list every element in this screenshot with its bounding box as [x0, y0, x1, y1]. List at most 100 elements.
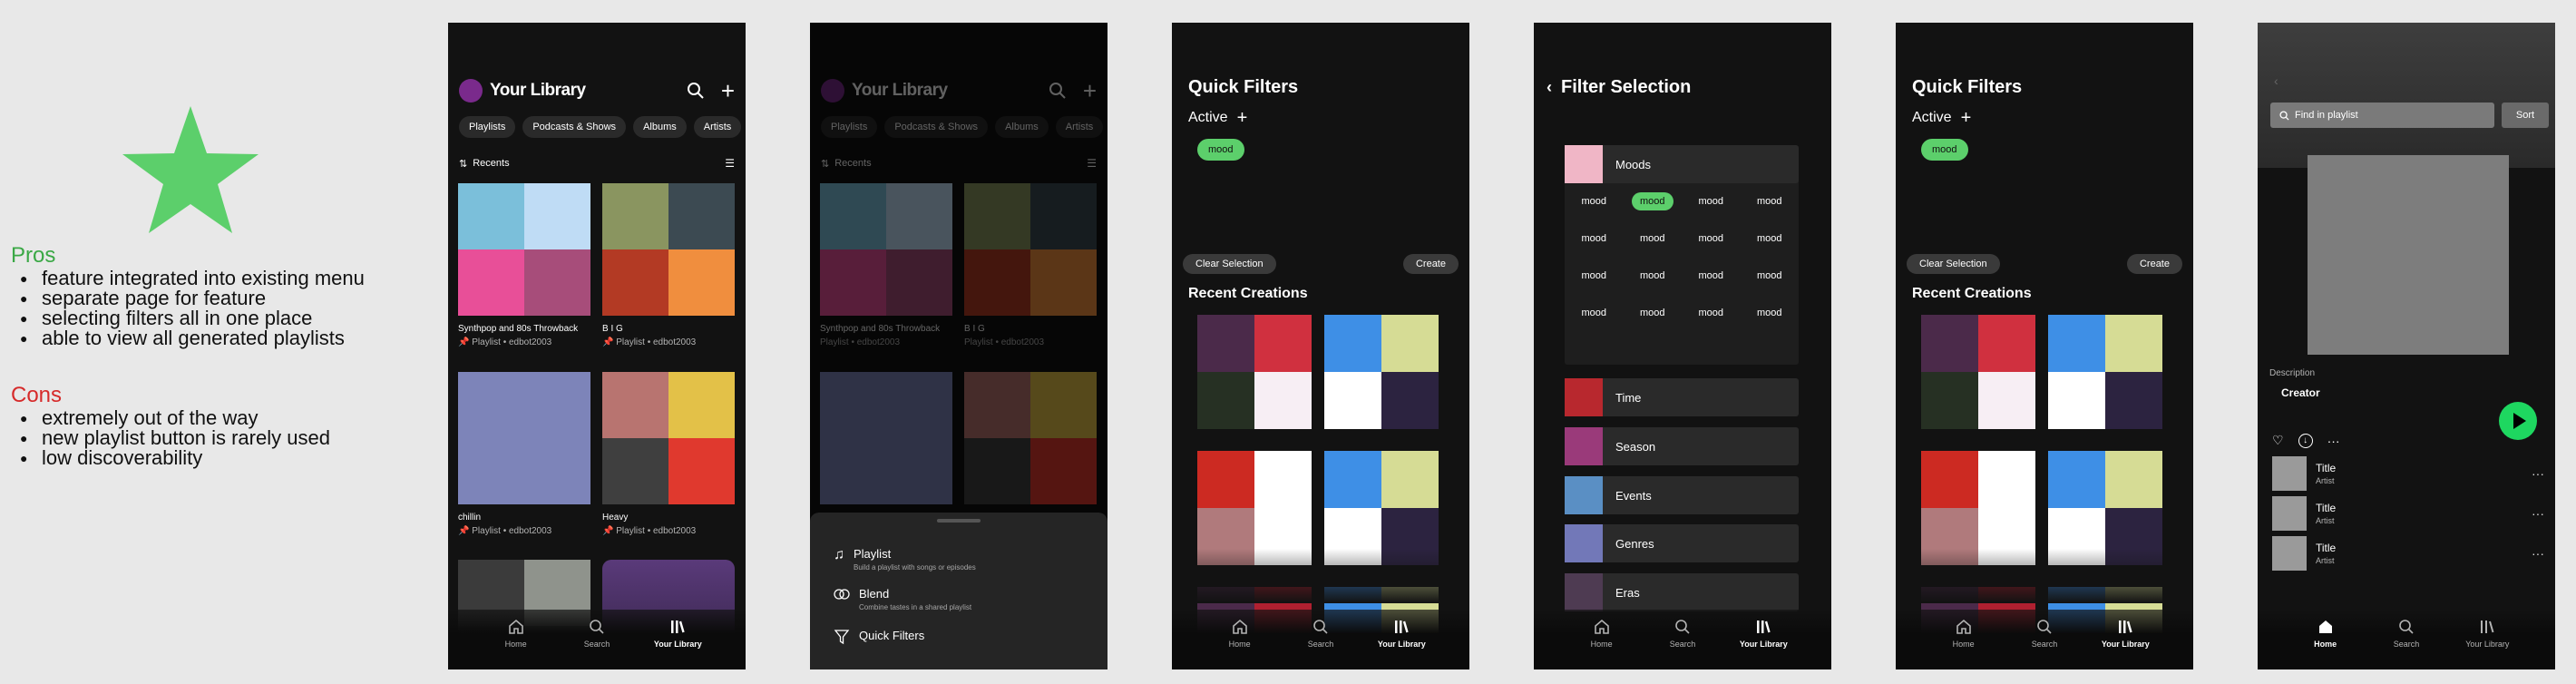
mood-chip[interactable]: mood [1690, 267, 1732, 285]
list-item[interactable]: Heavy 📌 Playlist • edbot2003 [602, 513, 746, 536]
notes-panel: Pros feature integrated into existing me… [0, 0, 435, 684]
mood-chip[interactable]: mood [1690, 192, 1732, 210]
mood-chip[interactable]: mood [1749, 304, 1791, 322]
create-button[interactable]: Create [2126, 254, 2182, 274]
creator-label[interactable]: Creator [2281, 386, 2320, 399]
mood-chip[interactable]: mood [1573, 267, 1615, 285]
search-icon[interactable] [687, 82, 705, 100]
track-row[interactable]: Title Artist ··· [2272, 536, 2544, 571]
page-title: Quick Filters [1912, 77, 2023, 97]
nav-library[interactable]: Your Library [1370, 619, 1433, 669]
mood-chip[interactable]: mood [1690, 304, 1732, 322]
play-button[interactable] [2499, 402, 2537, 440]
clear-selection-button[interactable]: Clear Selection [1183, 254, 1276, 274]
filter-chips: Playlists Podcasts & Shows Albums Artist… [459, 116, 746, 138]
category-events[interactable]: Events [1565, 476, 1799, 514]
nav-home[interactable]: Home [1208, 619, 1272, 669]
nav-label: Home [1228, 640, 1251, 649]
avatar[interactable] [459, 79, 483, 103]
category-eras[interactable]: Eras [1565, 573, 1799, 611]
more-icon[interactable]: ··· [2532, 546, 2544, 561]
back-chevron-icon[interactable]: ‹ [2274, 73, 2278, 88]
category-season[interactable]: Season [1565, 427, 1799, 465]
recent-creation-cover[interactable] [1197, 315, 1312, 429]
nav-home[interactable]: Home [1932, 619, 1995, 669]
list-item[interactable]: chillin 📌 Playlist • edbot2003 [458, 513, 603, 536]
list-item[interactable]: B I G 📌 Playlist • edbot2003 [602, 324, 746, 347]
playlist-cover[interactable] [602, 183, 735, 316]
recents-label[interactable]: Recents [473, 158, 509, 169]
nav-home[interactable]: Home [2294, 619, 2357, 669]
mood-chip[interactable]: mood [1573, 192, 1615, 210]
create-button[interactable]: Create [1402, 254, 1459, 274]
category-moods[interactable]: Moods [1565, 145, 1799, 183]
mood-chip[interactable]: mood [1632, 267, 1673, 285]
nav-search[interactable]: Search [2375, 619, 2438, 669]
page-title: Quick Filters [1188, 77, 1299, 97]
mood-chip[interactable]: mood [1749, 230, 1791, 248]
active-filter-chip[interactable]: mood [1197, 139, 1244, 161]
mood-chip[interactable]: mood [1632, 230, 1673, 248]
chip-playlists[interactable]: Playlists [459, 116, 516, 138]
mood-chip[interactable]: mood [1632, 304, 1673, 322]
sheet-item-playlist[interactable]: ♫ Playlist Build a playlist with songs o… [834, 547, 976, 572]
back-chevron-icon[interactable]: ‹ [1547, 78, 1552, 97]
plus-icon[interactable]: + [721, 79, 735, 103]
sheet-item-title: Playlist [854, 547, 892, 561]
search-icon [2399, 620, 2414, 634]
list-view-icon[interactable]: ☰ [725, 157, 735, 170]
mood-chip-selected[interactable]: mood [1631, 192, 1673, 210]
sort-button[interactable]: Sort [2502, 103, 2549, 128]
sort-row: ⇅ Recents ☰ [459, 157, 735, 170]
playlist-cover[interactable] [602, 372, 735, 504]
chip-podcasts[interactable]: Podcasts & Shows [522, 116, 627, 138]
nav-search[interactable]: Search [2013, 619, 2076, 669]
recent-creation-cover[interactable] [2048, 315, 2162, 429]
find-in-playlist-input[interactable]: Find in playlist [2270, 103, 2494, 128]
section-title: Recent Creations [1912, 286, 2032, 301]
playlist-cover[interactable] [458, 183, 590, 316]
plus-icon[interactable]: + [1961, 109, 1972, 127]
search-icon [590, 620, 604, 634]
clear-selection-button[interactable]: Clear Selection [1907, 254, 2000, 274]
nav-library[interactable]: Your Library [2455, 619, 2519, 669]
more-icon[interactable]: ··· [2327, 434, 2340, 448]
download-icon[interactable]: ↓ [2298, 433, 2313, 448]
mood-chip[interactable]: mood [1690, 230, 1732, 248]
recent-creation-cover[interactable] [1921, 315, 2035, 429]
playlist-cover[interactable] [458, 372, 590, 504]
category-genres[interactable]: Genres [1565, 524, 1799, 562]
sort-icon[interactable]: ⇅ [459, 158, 467, 170]
sheet-handle[interactable] [937, 519, 981, 523]
nav-library[interactable]: Your Library [1732, 619, 1795, 669]
mood-chip[interactable]: mood [1573, 230, 1615, 248]
nav-search[interactable]: Search [1651, 619, 1714, 669]
track-title: Title [2316, 542, 2337, 554]
nav-label: Search [2031, 640, 2058, 649]
active-filter-chip[interactable]: mood [1921, 139, 1968, 161]
more-icon[interactable]: ··· [2532, 506, 2544, 521]
category-time[interactable]: Time [1565, 378, 1799, 416]
chip-artists[interactable]: Artists [693, 116, 742, 138]
chip-albums[interactable]: Albums [633, 116, 687, 138]
mood-chip[interactable]: mood [1749, 267, 1791, 285]
nav-library[interactable]: Your Library [2093, 619, 2157, 669]
nav-home[interactable]: Home [484, 619, 548, 669]
nav-search[interactable]: Search [1289, 619, 1352, 669]
sheet-item-quick-filters[interactable]: Quick Filters [834, 629, 924, 645]
nav-home[interactable]: Home [1570, 619, 1634, 669]
nav-library[interactable]: Your Library [646, 619, 709, 669]
recent-creation-cover[interactable] [1324, 315, 1439, 429]
page-title: Your Library [490, 81, 586, 100]
more-icon[interactable]: ··· [2532, 466, 2544, 481]
track-row[interactable]: Title Artist ··· [2272, 496, 2544, 531]
heart-icon[interactable]: ♡ [2272, 433, 2284, 448]
list-item[interactable]: Synthpop and 80s Throwback 📌 Playlist • … [458, 324, 603, 347]
sheet-item-blend[interactable]: Blend Combine tastes in a shared playlis… [834, 587, 971, 611]
nav-search[interactable]: Search [565, 619, 629, 669]
track-row[interactable]: Title Artist ··· [2272, 456, 2544, 491]
plus-icon[interactable]: + [1237, 109, 1248, 127]
playlist-cover [2308, 155, 2509, 355]
mood-chip[interactable]: mood [1573, 304, 1615, 322]
mood-chip[interactable]: mood [1749, 192, 1791, 210]
